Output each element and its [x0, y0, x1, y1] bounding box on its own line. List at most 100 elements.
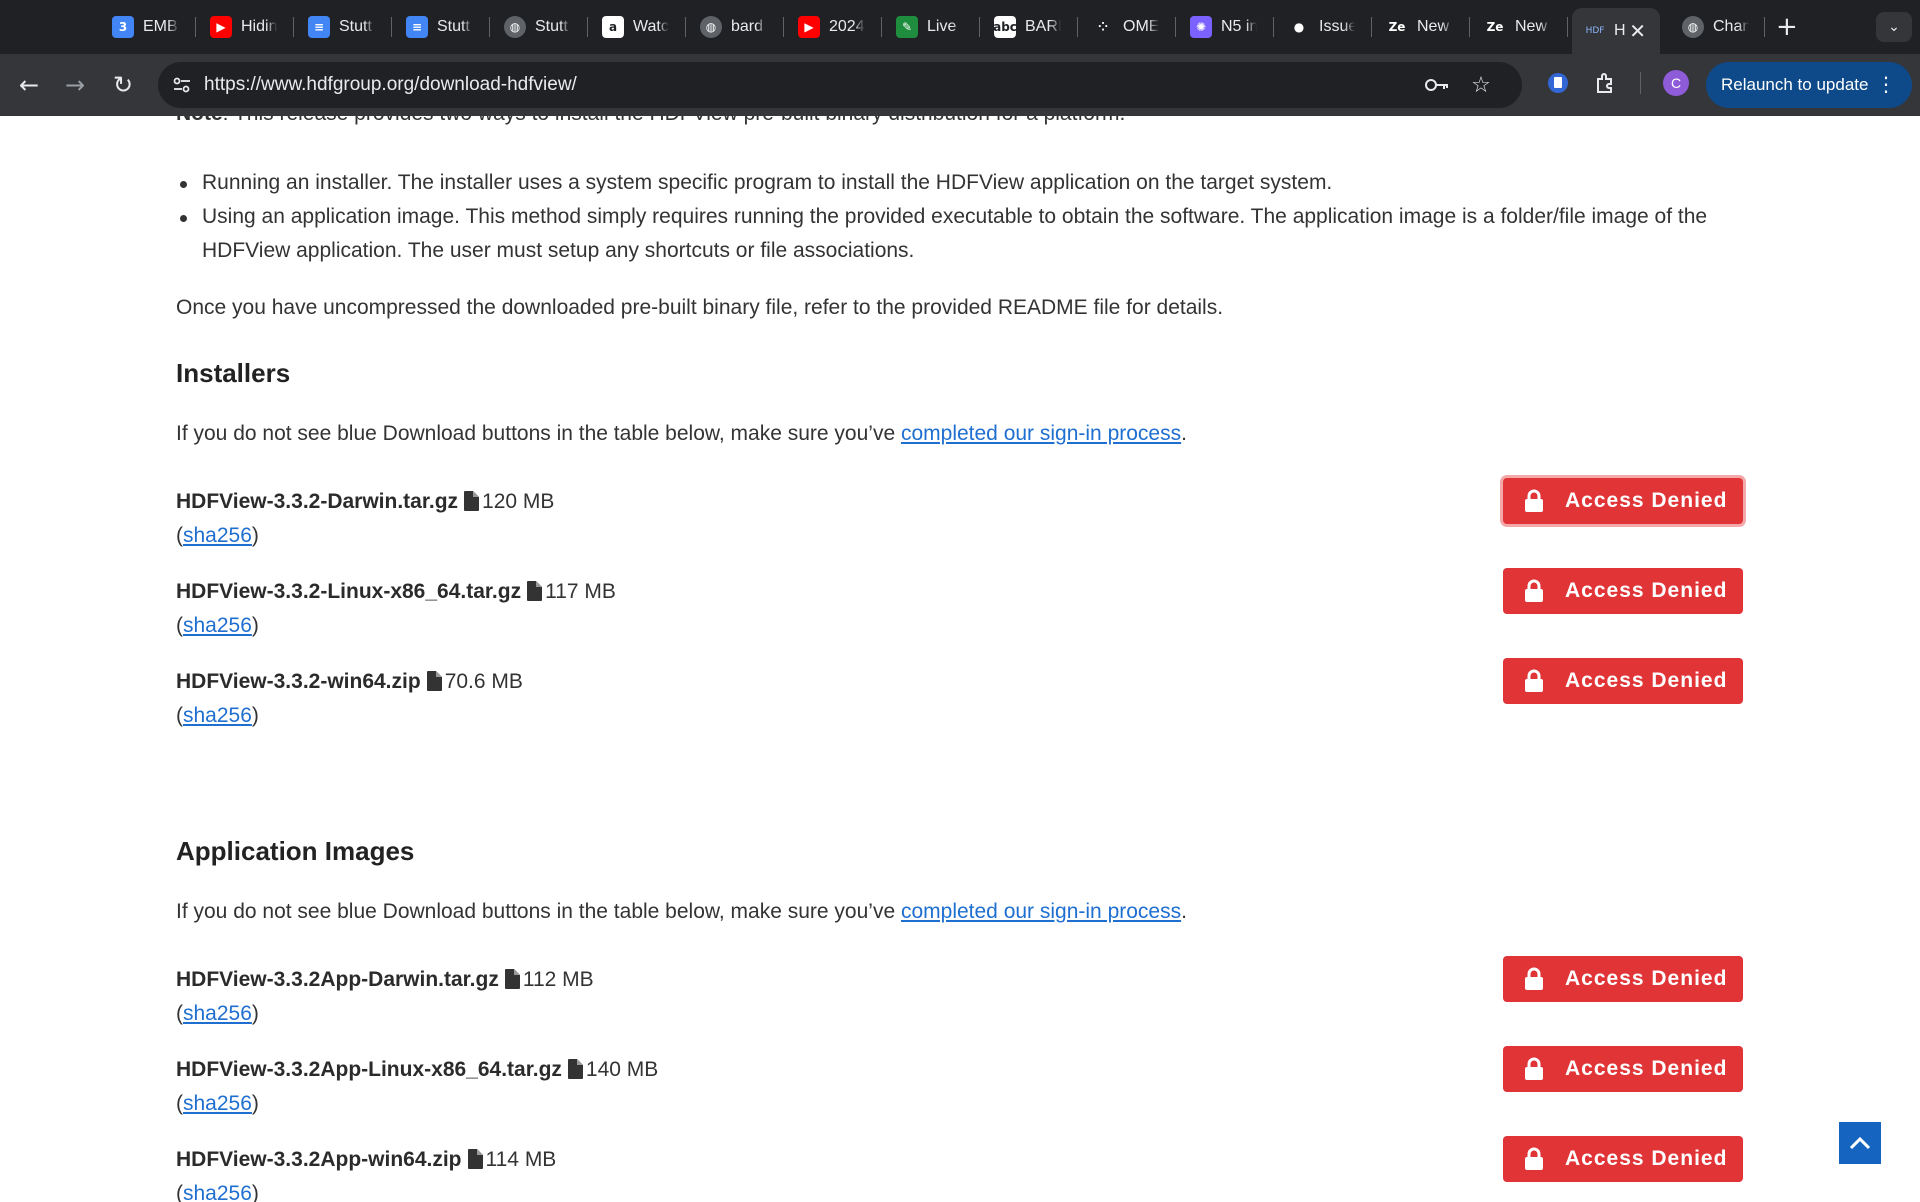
- tab-title: Chan: [1713, 18, 1749, 35]
- tab-14[interactable]: Ze New: [1484, 12, 1551, 42]
- tab-4[interactable]: ◍ Stutt: [504, 12, 571, 42]
- extension-doc-icon[interactable]: [1543, 68, 1573, 98]
- reload-button[interactable]: ↻: [106, 68, 140, 102]
- access-denied-button[interactable]: Access Denied: [1503, 1046, 1743, 1092]
- globe-icon: ◍: [700, 16, 722, 38]
- paren-open: (: [176, 524, 183, 547]
- sha256-link[interactable]: sha256: [183, 1182, 252, 1202]
- sha256-link[interactable]: sha256: [183, 1002, 252, 1025]
- sha256-link[interactable]: sha256: [183, 614, 252, 637]
- url-text[interactable]: https://www.hdfgroup.org/download-hdfvie…: [204, 74, 577, 96]
- tab-1[interactable]: ▶ Hidin: [210, 12, 277, 42]
- section-heading: Application Images: [176, 836, 415, 866]
- forward-button[interactable]: →: [58, 68, 92, 102]
- tab-12[interactable]: ● Issue: [1288, 12, 1355, 42]
- paren-close: ): [251, 704, 259, 727]
- scroll-to-top-button[interactable]: [1839, 1122, 1881, 1164]
- bullet-dot: [180, 181, 187, 188]
- profile-avatar[interactable]: C: [1663, 70, 1689, 96]
- back-button[interactable]: ←: [12, 68, 46, 102]
- tab-separator: [1567, 17, 1568, 37]
- page-content: Note: This release provides two ways to …: [0, 116, 1920, 1202]
- tab-title: 2024: [829, 18, 865, 35]
- tab-title: N5 in: [1221, 18, 1257, 35]
- tab-title: Hidin: [241, 18, 277, 35]
- tab-0[interactable]: 3 EMBL: [112, 12, 179, 42]
- paren-close: ): [251, 524, 259, 547]
- tab-6[interactable]: ◍ bard: [700, 12, 767, 42]
- sha256-link[interactable]: sha256: [183, 524, 252, 547]
- abc-icon: abc: [994, 16, 1017, 38]
- access-denied-button[interactable]: Access Denied: [1503, 478, 1743, 524]
- tab-3[interactable]: ≡ Stutt: [406, 12, 473, 42]
- access-denied-button[interactable]: Access Denied: [1503, 1136, 1743, 1182]
- tab-9[interactable]: abc BARI: [994, 12, 1061, 42]
- amazon-icon: a: [602, 16, 624, 38]
- file-info: HDFView-3.3.2App-Darwin.tar.gz 112 MB: [176, 968, 594, 992]
- checksum-line: (sha256): [176, 1182, 259, 1202]
- tab-title: Stutt: [535, 18, 568, 35]
- signin-link[interactable]: completed our sign-in process: [901, 422, 1181, 445]
- access-denied-button[interactable]: Access Denied: [1503, 956, 1743, 1002]
- tab-separator: [1764, 17, 1765, 37]
- bullet-installer: Running an installer. The installer uses…: [202, 171, 1333, 194]
- arrow-right-icon: →: [64, 71, 86, 99]
- tab-7[interactable]: ▶ 2024: [798, 12, 865, 42]
- active-tab-title: H: [1614, 22, 1626, 39]
- checksum-line: (sha256): [176, 704, 259, 728]
- signin-suffix: .: [1181, 900, 1187, 923]
- paren-close: ): [251, 1002, 259, 1025]
- relaunch-button[interactable]: Relaunch to update ⋮: [1706, 62, 1912, 108]
- tab-5[interactable]: a Watc: [602, 12, 669, 42]
- file-icon: [467, 1149, 483, 1169]
- tab-separator: [783, 17, 784, 37]
- paren-open: (: [176, 1182, 183, 1202]
- tab-title: New: [1515, 18, 1548, 35]
- file-icon: [426, 671, 442, 691]
- tab-chan[interactable]: ◍ Chan: [1682, 12, 1749, 42]
- sha256-link[interactable]: sha256: [183, 1092, 252, 1115]
- active-tab[interactable]: HDF H ✕: [1572, 8, 1660, 54]
- sha256-link[interactable]: sha256: [183, 704, 252, 727]
- file-size: 140 MB: [585, 1058, 659, 1081]
- tab-separator: [489, 17, 490, 37]
- tab-8[interactable]: ✎ Live: [896, 12, 963, 42]
- tab-13[interactable]: Ze New: [1386, 12, 1453, 42]
- extensions-puzzle-icon[interactable]: [1591, 68, 1621, 98]
- close-tab-icon[interactable]: ✕: [1629, 19, 1646, 43]
- new-tab-button[interactable]: +: [1776, 12, 1798, 42]
- file-name: HDFView-3.3.2-win64.zip: [176, 670, 421, 693]
- tab-separator: [587, 17, 588, 37]
- password-key-icon[interactable]: [1424, 72, 1450, 98]
- tab-title: Stutt: [437, 18, 470, 35]
- file-name: HDFView-3.3.2App-Linux-x86_64.tar.gz: [176, 1058, 562, 1081]
- access-denied-button[interactable]: Access Denied: [1503, 568, 1743, 614]
- browser-toolbar: ← → ↻ https://www.hdfgroup.org/download-…: [0, 54, 1920, 116]
- signin-suffix: .: [1181, 422, 1187, 445]
- tab-title: New: [1417, 18, 1450, 35]
- tab-title: EMBL: [143, 18, 179, 35]
- tune-icon: [173, 77, 190, 93]
- bullet-app-image-line2: HDFView application. The user must setup…: [202, 239, 915, 262]
- file-icon: [567, 1059, 583, 1079]
- tab-title: bard: [731, 18, 764, 35]
- access-denied-button[interactable]: Access Denied: [1503, 658, 1743, 704]
- signin-prefix: If you do not see blue Download buttons …: [176, 900, 901, 923]
- sheets-icon: ✎: [896, 16, 918, 38]
- tab-2[interactable]: ≡ Stutt: [308, 12, 375, 42]
- address-bar[interactable]: https://www.hdfgroup.org/download-hdfvie…: [158, 62, 1522, 108]
- tab-11[interactable]: ✺ N5 in: [1190, 12, 1257, 42]
- more-vert-icon[interactable]: ⋮: [1876, 72, 1896, 96]
- bookmark-star-icon[interactable]: ☆: [1468, 72, 1494, 98]
- tab-search-button[interactable]: ⌄: [1876, 12, 1912, 42]
- file-icon: [527, 581, 543, 601]
- access-denied-label: Access Denied: [1565, 1057, 1728, 1080]
- tab-separator: [1371, 17, 1372, 37]
- tab-10[interactable]: ⁘ OME: [1092, 12, 1159, 42]
- file-icon: [464, 491, 480, 511]
- site-info-button[interactable]: [168, 71, 196, 99]
- file-name: HDFView-3.3.2-Linux-x86_64.tar.gz: [176, 580, 522, 603]
- tab-separator: [1175, 17, 1176, 37]
- lock-icon: [1523, 579, 1545, 603]
- signin-link[interactable]: completed our sign-in process: [901, 900, 1181, 923]
